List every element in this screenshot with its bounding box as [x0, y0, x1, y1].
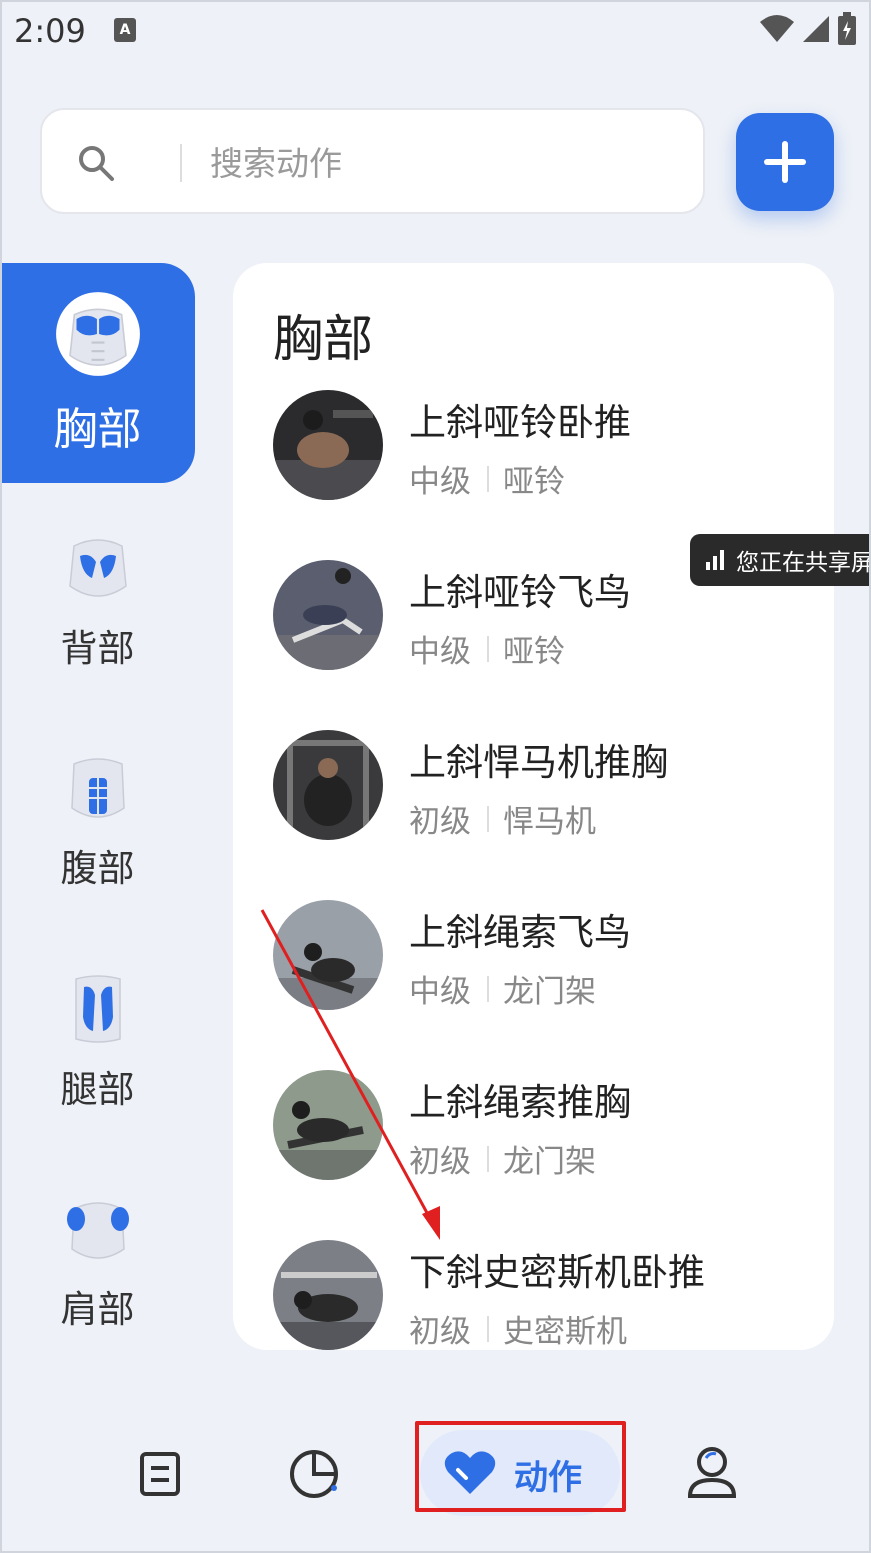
stats-pie-icon	[290, 1450, 338, 1498]
exercise-list-card: 胸部 上斜哑铃卧推 中级 哑铃 上斜哑铃飞鸟 中级 哑铃 上斜悍马机推胸 初级 悍马机…	[233, 263, 834, 1350]
exercise-equipment: 史密斯机	[503, 1314, 627, 1350]
sidebar-item-legs[interactable]: 腿部	[0, 959, 195, 1179]
meta-divider	[487, 465, 489, 492]
exercise-level: 初级	[409, 1314, 471, 1350]
nav-plan[interactable]	[120, 1430, 200, 1516]
signal-bars-icon	[706, 550, 724, 570]
exercise-level: 中级	[409, 634, 471, 670]
exercise-meta: 初级 史密斯机	[409, 1306, 627, 1350]
abs-muscle-icon	[59, 749, 137, 827]
exercise-thumbnail	[273, 1240, 383, 1350]
exercise-equipment: 哑铃	[503, 634, 565, 670]
exercise-equipment: 龙门架	[503, 1144, 596, 1180]
exercise-level: 中级	[409, 974, 471, 1010]
plus-icon	[764, 141, 806, 183]
meta-divider	[487, 805, 489, 832]
exercise-name: 上斜悍马机推胸	[409, 741, 668, 784]
exercise-equipment: 悍马机	[503, 804, 596, 840]
exercise-list-item[interactable]: 上斜绳索飞鸟 中级 龙门架	[233, 900, 834, 1020]
sidebar-item-label: 肩部	[60, 1288, 135, 1331]
sidebar-item-shoulders[interactable]: 肩部	[0, 1179, 195, 1399]
exercise-equipment: 哑铃	[503, 464, 565, 500]
meta-divider	[487, 635, 489, 662]
wifi-icon	[760, 15, 794, 42]
search-bar[interactable]	[40, 108, 705, 214]
exercise-thumbnail	[273, 730, 383, 840]
sidebar-item-label: 胸部	[53, 404, 142, 455]
battery-icon	[838, 12, 856, 45]
exercise-list-item[interactable]: 上斜哑铃卧推 中级 哑铃	[233, 390, 834, 510]
exercise-level: 初级	[409, 804, 471, 840]
exercise-meta: 中级 哑铃	[409, 626, 565, 671]
exercise-thumbnail	[273, 1070, 383, 1180]
profile-icon	[687, 1447, 737, 1498]
exercise-name: 上斜哑铃飞鸟	[409, 571, 631, 614]
search-input[interactable]	[210, 136, 690, 190]
exercise-equipment: 龙门架	[503, 974, 596, 1010]
exercise-meta: 初级 悍马机	[409, 796, 596, 841]
nav-profile[interactable]	[672, 1430, 752, 1516]
status-icons	[759, 12, 857, 46]
plan-list-icon	[140, 1452, 180, 1496]
sidebar-item-label: 腿部	[60, 1068, 135, 1111]
exercise-list-item[interactable]: 下斜史密斯机卧推 初级 史密斯机	[233, 1240, 834, 1350]
exercise-name: 下斜史密斯机卧推	[409, 1251, 705, 1294]
legs-muscle-icon	[59, 970, 137, 1048]
nav-stats[interactable]	[274, 1430, 354, 1516]
exercise-list-item[interactable]: 上斜悍马机推胸 初级 悍马机	[233, 730, 834, 850]
sidebar-item-label: 背部	[60, 627, 135, 670]
shoulder-muscle-icon	[59, 1190, 137, 1268]
annotation-highlight-box	[415, 1421, 626, 1512]
search-icon	[79, 146, 114, 181]
status-time: 2:09	[14, 12, 86, 50]
exercise-name: 上斜绳索推胸	[409, 1081, 631, 1124]
exercise-level: 中级	[409, 464, 471, 500]
search-divider	[180, 144, 182, 182]
exercise-meta: 中级 哑铃	[409, 456, 565, 501]
exercise-meta: 初级 龙门架	[409, 1136, 596, 1181]
section-title: 胸部	[273, 310, 373, 368]
sidebar-item-chest[interactable]: 胸部	[0, 263, 195, 483]
sidebar-item-abs[interactable]: 腹部	[0, 738, 195, 958]
add-exercise-button[interactable]	[736, 113, 834, 211]
signal-icon	[803, 16, 829, 42]
status-bar: 2:09 A	[0, 0, 871, 64]
exercise-name: 上斜绳索飞鸟	[409, 911, 631, 954]
meta-divider	[487, 1145, 489, 1172]
meta-divider	[487, 975, 489, 1002]
sidebar-item-back[interactable]: 背部	[0, 518, 195, 738]
exercise-thumbnail	[273, 560, 383, 670]
exercise-thumbnail	[273, 390, 383, 500]
exercise-level: 初级	[409, 1144, 471, 1180]
screen-share-toast[interactable]: 您正在共享屏	[690, 534, 871, 586]
exercise-list-item[interactable]: 上斜绳索推胸 初级 龙门架	[233, 1070, 834, 1190]
exercise-thumbnail	[273, 900, 383, 1010]
chest-muscle-icon	[56, 292, 140, 376]
meta-divider	[487, 1315, 489, 1342]
share-toast-text: 您正在共享屏	[736, 550, 871, 576]
notification-badge-icon: A	[114, 18, 136, 42]
exercise-name: 上斜哑铃卧推	[409, 401, 631, 444]
sidebar-item-label: 腹部	[60, 847, 135, 890]
back-muscle-icon	[59, 529, 137, 607]
exercise-meta: 中级 龙门架	[409, 966, 596, 1011]
